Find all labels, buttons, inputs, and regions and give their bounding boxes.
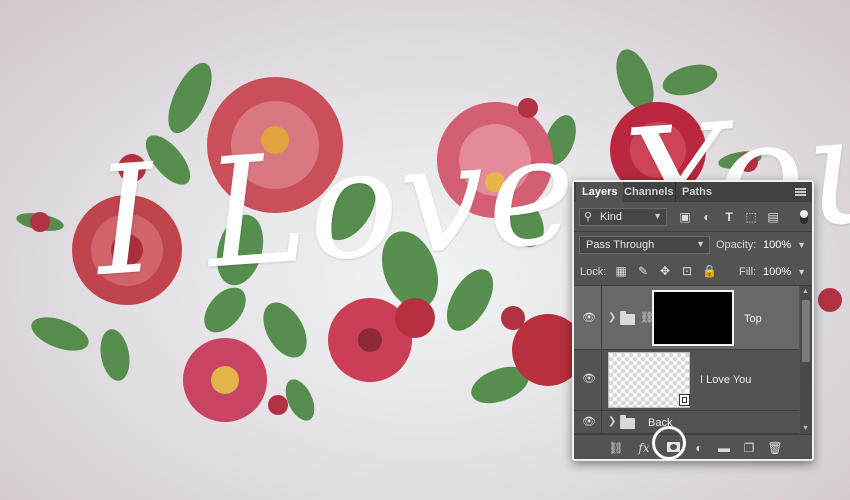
chevron-down-icon: ▼	[696, 239, 705, 249]
panel-menu-icon[interactable]	[795, 188, 806, 196]
filter-toggle[interactable]	[800, 210, 808, 224]
layer-name[interactable]: Top	[744, 313, 762, 325]
folder-icon	[620, 311, 635, 325]
panel-tabbar: Layers Channels Paths	[574, 182, 812, 202]
chevron-down-icon: ▼	[797, 240, 806, 250]
fx-icon[interactable]: fx	[636, 440, 652, 456]
chevron-right-icon[interactable]: ❯	[608, 416, 616, 427]
tab-layers[interactable]: Layers	[576, 182, 624, 202]
chevron-down-icon: ▼	[797, 267, 806, 277]
layer-list: 👁 ❯ ⛓ Top 👁 I Love You 👁 ❯ Back	[574, 286, 799, 434]
lock-all-icon[interactable]: 🔒	[702, 264, 717, 278]
scrollbar-thumb[interactable]	[802, 300, 810, 362]
trash-icon[interactable]: 🗑	[767, 440, 783, 456]
opacity-label: Opacity:	[716, 239, 757, 251]
layer-scrollbar[interactable]: ▲ ▼	[800, 286, 812, 434]
fill-value: 100%	[763, 266, 792, 278]
link-icon[interactable]: ⛓	[608, 440, 624, 456]
divider	[574, 231, 812, 232]
fill-field[interactable]: 100% ▼	[760, 263, 810, 281]
layer-row-top[interactable]: 👁 ❯ ⛓ Top	[574, 286, 799, 350]
layer-row-back[interactable]: 👁 ❯ Back	[574, 411, 799, 434]
lock-paint-icon[interactable]: ✎	[636, 264, 650, 278]
layer-name[interactable]: I Love You	[700, 374, 751, 386]
eye-icon[interactable]: 👁	[582, 311, 596, 325]
highlight-circle	[652, 426, 686, 460]
smart-object-icon	[679, 394, 690, 406]
eye-icon[interactable]: 👁	[582, 372, 596, 386]
layers-panel: Layers Channels Paths ⚲ Kind ▼ ▣ ◐ T ⬚ ▤…	[572, 180, 814, 461]
chevron-right-icon[interactable]: ❯	[608, 312, 616, 323]
layers-bottom-toolbar: ⛓ fx ◐ ▬ ❐ 🗑	[574, 434, 812, 459]
filter-kind-select[interactable]: ⚲ Kind ▼	[579, 208, 667, 226]
filter-kind-label: Kind	[600, 211, 623, 223]
search-icon: ⚲	[584, 211, 593, 223]
blend-mode-select[interactable]: Pass Through ▼	[579, 236, 710, 254]
filter-type-icon[interactable]: T	[722, 210, 736, 224]
chevron-down-icon: ▼	[653, 211, 662, 221]
eye-icon[interactable]: 👁	[582, 415, 596, 429]
filter-pixel-icon[interactable]: ▣	[678, 210, 692, 224]
scroll-down-icon[interactable]: ▼	[802, 425, 809, 432]
folder-icon[interactable]: ▬	[716, 440, 732, 456]
fill-label: Fill:	[739, 266, 757, 278]
adjustment-icon[interactable]: ◐	[691, 440, 707, 456]
layer-row-i-love-you[interactable]: 👁 I Love You	[574, 350, 799, 411]
layer-mask-thumbnail[interactable]	[652, 290, 734, 346]
lock-move-icon[interactable]: ✥	[658, 264, 672, 278]
folder-icon	[620, 415, 635, 429]
tab-paths[interactable]: Paths	[675, 182, 718, 202]
layer-thumbnail[interactable]	[608, 352, 690, 408]
new-layer-icon[interactable]: ❐	[741, 440, 757, 456]
scroll-up-icon[interactable]: ▲	[802, 288, 809, 295]
lock-label: Lock:	[580, 266, 607, 278]
opacity-value: 100%	[763, 239, 792, 251]
lock-transparent-icon[interactable]: ▦	[614, 264, 628, 278]
tab-channels[interactable]: Channels	[618, 182, 680, 202]
filter-smart-object-icon[interactable]: ▤	[766, 210, 780, 224]
filter-adjustment-icon[interactable]: ◐	[700, 210, 714, 224]
filter-shape-icon[interactable]: ⬚	[744, 210, 758, 224]
blend-mode-value: Pass Through	[586, 239, 655, 251]
lock-artboard-icon[interactable]: ⊡	[680, 264, 694, 278]
opacity-field[interactable]: 100% ▼	[760, 236, 810, 254]
